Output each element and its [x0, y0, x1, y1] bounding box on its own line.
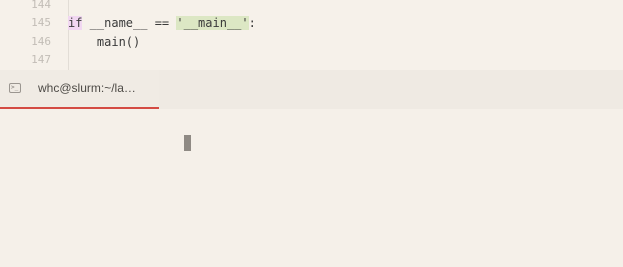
terminal-icon: >_ — [9, 83, 21, 93]
name-comparison: __name__ == — [82, 16, 177, 30]
code-line-146[interactable]: 146 main() — [0, 33, 623, 51]
main-string-literal: '__main__' — [176, 16, 249, 30]
line-number: 146 — [31, 35, 51, 48]
code-text: main() — [68, 35, 141, 49]
code-text: if __name__ == '__main__': — [68, 14, 256, 32]
terminal-cursor — [184, 135, 191, 151]
line-number: 144 — [31, 0, 51, 11]
code-line-144[interactable]: 144 — [0, 0, 623, 14]
terminal-tab-bar: >_ whc@slurm:~/la… — [0, 70, 623, 109]
code-editor[interactable]: 144 145 if __name__ == '__main__': 146 m… — [0, 0, 623, 70]
code-line-145[interactable]: 145 if __name__ == '__main__': — [0, 14, 623, 32]
code-line-147[interactable]: 147 — [0, 51, 623, 69]
if-keyword: if — [68, 16, 83, 30]
terminal-output[interactable] — [0, 109, 623, 267]
colon: : — [248, 16, 256, 30]
line-number: 147 — [31, 53, 51, 66]
terminal-tab[interactable]: >_ whc@slurm:~/la… — [0, 70, 159, 109]
terminal-tab-label: whc@slurm:~/la… — [38, 81, 136, 95]
line-number: 145 — [31, 16, 51, 29]
